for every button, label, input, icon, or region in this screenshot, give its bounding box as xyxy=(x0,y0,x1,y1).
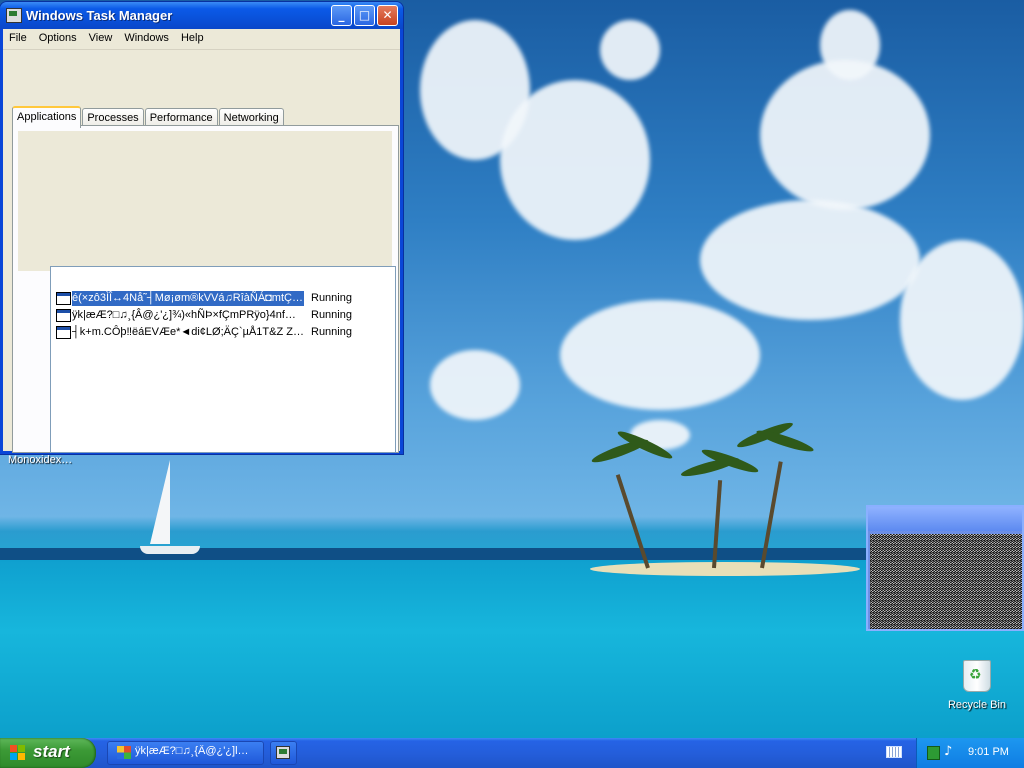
noise-content xyxy=(870,534,1022,629)
start-button[interactable]: start xyxy=(0,738,96,768)
taskbar: start ÿk|æÆ?□♫¸{Â@¿'¿]l… ♪ 9:01 PM xyxy=(0,738,1024,768)
taskbar-button-application[interactable]: ÿk|æÆ?□♫¸{Â@¿'¿]l… xyxy=(107,741,264,765)
menu-options[interactable]: Options xyxy=(33,29,83,49)
application-status: Running xyxy=(311,326,352,338)
title-bar[interactable]: Windows Task Manager _ □ ✕ xyxy=(0,2,403,29)
sailboat-sail xyxy=(150,460,170,544)
cloud xyxy=(700,200,920,320)
recycle-bin-icon[interactable] xyxy=(963,660,991,692)
noise-window-titlebar[interactable] xyxy=(868,507,1022,531)
cloud xyxy=(430,350,520,420)
cloud xyxy=(560,300,760,410)
menu-bar: File Options View Windows Help xyxy=(3,29,400,50)
application-list[interactable]: é(×zô3ÌÎ↔4Nå˜┤Mø¡øm®kVVá♫RîàÑÁ◘mtÇ÷… Run… xyxy=(50,266,396,453)
list-item[interactable]: ÿk|æÆ?□♫¸{Â@¿'¿]¾)«hÑÞ×fÇmPRÿo}4nf… Runn… xyxy=(56,308,394,323)
application-window-icon xyxy=(56,292,71,305)
recycle-bin-label: Recycle Bin xyxy=(947,699,1007,711)
noise-window[interactable] xyxy=(866,505,1024,631)
palm-frond xyxy=(754,426,816,456)
list-item[interactable]: ┤k+m.CÔþ‼ëáEVÆe*◄di¢LØ;ÄÇ`µÅ1T&Z Z|… Run… xyxy=(56,325,394,340)
task-manager-icon xyxy=(6,8,22,23)
list-item[interactable]: é(×zô3ÌÎ↔4Nå˜┤Mø¡øm®kVVá♫RîàÑÁ◘mtÇ÷… Run… xyxy=(56,291,394,306)
application-name: é(×zô3ÌÎ↔4Nå˜┤Mø¡øm®kVVá♫RîàÑÁ◘mtÇ÷… xyxy=(72,291,304,306)
sailboat-hull xyxy=(140,546,200,554)
system-tray: ♪ 9:01 PM xyxy=(916,738,1024,768)
recycle-bin[interactable]: Recycle Bin xyxy=(944,660,1010,711)
application-status: Running xyxy=(311,309,352,321)
application-name: ÿk|æÆ?□♫¸{Â@¿'¿]¾)«hÑÞ×fÇmPRÿo}4nf… xyxy=(72,309,296,321)
cloud xyxy=(820,10,880,80)
tab-panel-blank-area xyxy=(18,131,392,271)
maximize-button[interactable]: □ xyxy=(354,5,375,26)
taskbar-button-label: ÿk|æÆ?□♫¸{Â@¿'¿]l… xyxy=(135,745,249,757)
network-icon[interactable] xyxy=(927,746,940,760)
menu-view[interactable]: View xyxy=(83,29,119,49)
speaker-icon[interactable]: ♪ xyxy=(944,744,952,759)
window-title: Windows Task Manager xyxy=(26,8,173,23)
cloud xyxy=(900,240,1024,400)
task-manager-window[interactable]: Windows Task Manager _ □ ✕ File Options … xyxy=(0,2,403,454)
windows-flag-icon xyxy=(10,745,26,761)
clock[interactable]: 9:01 PM xyxy=(968,746,1009,758)
task-manager-icon xyxy=(276,746,290,759)
cloud xyxy=(760,60,930,210)
minimize-button[interactable]: _ xyxy=(331,5,352,26)
tab-applications[interactable]: Applications xyxy=(12,106,82,128)
menu-file[interactable]: File xyxy=(3,29,33,49)
cloud xyxy=(500,80,650,240)
tab-strip: Applications Processes Performance Netwo… xyxy=(12,106,285,128)
window-body: File Options View Windows Help Applicati… xyxy=(3,29,400,453)
application-icon xyxy=(117,746,131,759)
application-window-icon xyxy=(56,326,71,339)
menu-windows[interactable]: Windows xyxy=(118,29,175,49)
desktop-icon-label[interactable]: Monoxidex… xyxy=(8,454,72,466)
application-name: ┤k+m.CÔþ‼ëáEVÆe*◄di¢LØ;ÄÇ`µÅ1T&Z Z|… xyxy=(72,326,304,338)
cloud xyxy=(600,20,660,80)
keyboard-icon[interactable] xyxy=(886,746,902,758)
menu-help[interactable]: Help xyxy=(175,29,210,49)
start-label: start xyxy=(33,742,70,761)
taskbar-button-task-manager[interactable] xyxy=(270,741,297,765)
island xyxy=(590,562,860,576)
close-button[interactable]: ✕ xyxy=(377,5,398,26)
application-status: Running xyxy=(311,292,352,304)
application-window-icon xyxy=(56,309,71,322)
